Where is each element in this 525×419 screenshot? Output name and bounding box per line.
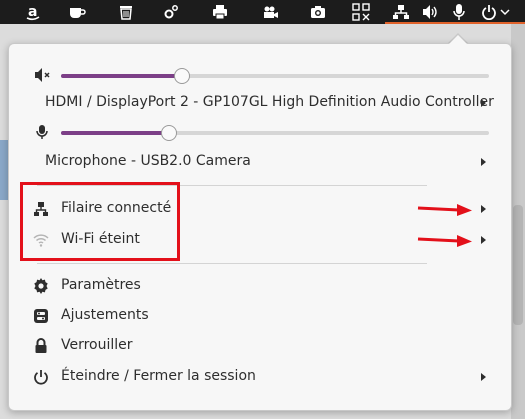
power-icon xyxy=(34,370,48,385)
active-indicator xyxy=(385,22,525,24)
background-window-accent xyxy=(0,140,8,200)
lock-label: Verrouiller xyxy=(61,337,133,353)
microphone-icon[interactable] xyxy=(444,0,474,24)
input-device-label: Microphone - USB2.0 Camera xyxy=(45,153,251,169)
output-device-label: HDMI / DisplayPort 2 - GP107GL High Defi… xyxy=(45,94,494,110)
chevron-right-icon xyxy=(481,373,486,381)
chevron-right-icon xyxy=(481,158,486,166)
trash-icon[interactable] xyxy=(111,0,141,24)
svg-text:a: a xyxy=(28,4,37,20)
red-arrow-icon xyxy=(417,235,472,247)
tweaks-item[interactable]: Ajustements xyxy=(9,302,511,330)
output-device-item[interactable]: HDMI / DisplayPort 2 - GP107GL High Defi… xyxy=(9,89,511,117)
output-volume-handle[interactable] xyxy=(173,68,190,84)
lock-item[interactable]: Verrouiller xyxy=(9,332,511,360)
input-volume-fill xyxy=(61,131,168,135)
separator xyxy=(37,263,427,264)
top-panel: a xyxy=(0,0,525,24)
highlight-box xyxy=(20,182,180,261)
amazon-app-icon[interactable]: a xyxy=(18,0,48,24)
output-volume-fill xyxy=(61,74,181,78)
chevron-right-icon xyxy=(481,205,486,213)
gear-icon xyxy=(34,278,48,294)
chevron-right-icon xyxy=(481,236,486,244)
output-volume-slider[interactable] xyxy=(61,68,489,84)
chevron-down-icon[interactable] xyxy=(496,0,514,24)
tweaks-icon xyxy=(34,309,48,323)
settings-item[interactable]: Paramètres xyxy=(9,272,511,300)
output-volume-row xyxy=(9,63,511,87)
printer-icon[interactable] xyxy=(205,0,235,24)
video-camera-icon[interactable] xyxy=(256,0,286,24)
settings-label: Paramètres xyxy=(61,277,141,293)
coffee-icon[interactable] xyxy=(62,0,92,24)
red-arrow-icon xyxy=(417,204,472,216)
tweaks-label: Ajustements xyxy=(61,307,149,323)
microphone-icon xyxy=(36,125,48,139)
power-off-label: Éteindre / Fermer la session xyxy=(61,368,256,384)
speaker-muted-icon xyxy=(35,68,50,82)
input-device-item[interactable]: Microphone - USB2.0 Camera xyxy=(9,148,511,176)
input-volume-slider[interactable] xyxy=(61,125,489,141)
power-off-item[interactable]: Éteindre / Fermer la session xyxy=(9,363,511,391)
volume-icon[interactable] xyxy=(416,0,446,24)
input-volume-handle[interactable] xyxy=(161,125,177,141)
system-menu: HDMI / DisplayPort 2 - GP107GL High Defi… xyxy=(8,43,512,411)
menu-pointer-fill xyxy=(448,35,468,45)
input-volume-row xyxy=(9,120,511,144)
wired-network-icon[interactable] xyxy=(386,0,416,24)
settings-gear-icon[interactable] xyxy=(156,0,186,24)
qr-grid-icon[interactable] xyxy=(346,0,376,24)
chevron-right-icon xyxy=(481,99,486,107)
lock-icon xyxy=(35,338,47,353)
background-scrollbar[interactable] xyxy=(513,205,523,325)
camera-icon[interactable] xyxy=(303,0,333,24)
